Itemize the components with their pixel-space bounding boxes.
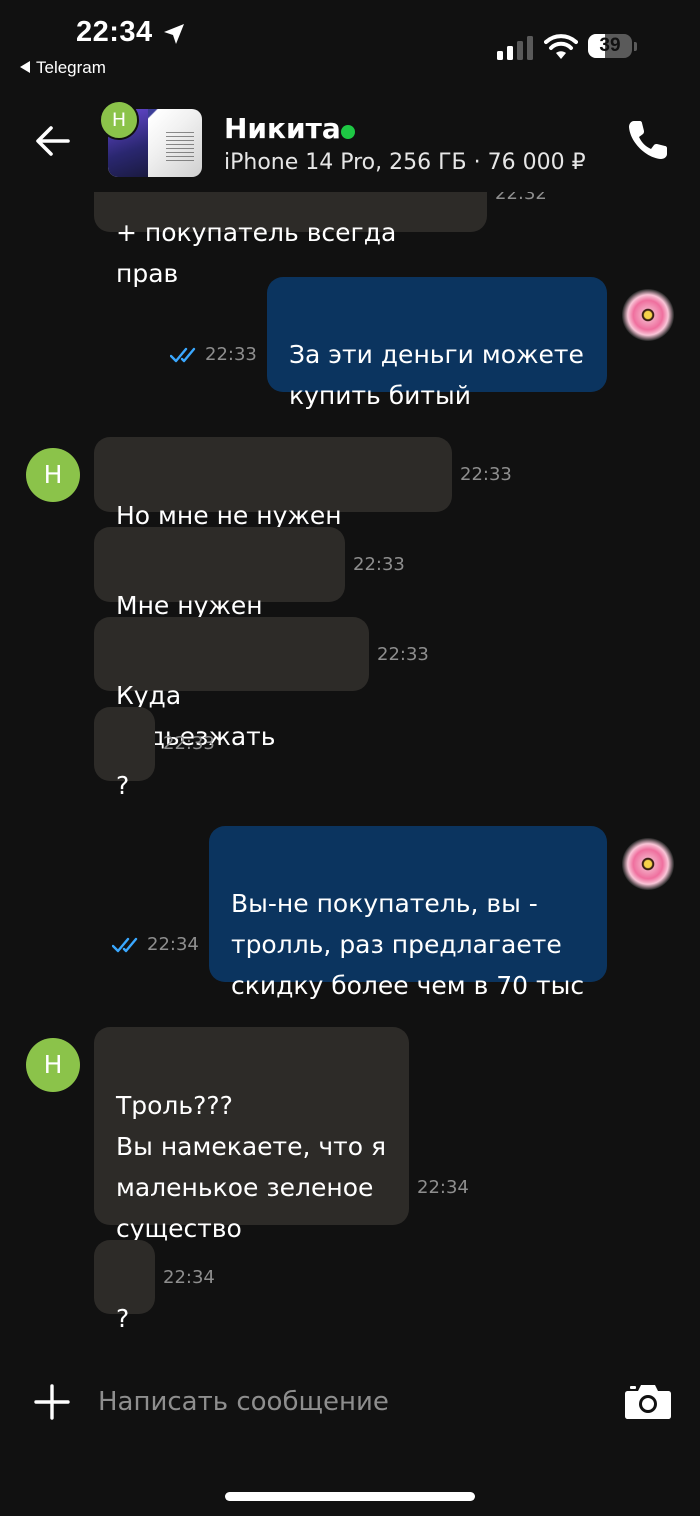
message-input[interactable] bbox=[98, 1380, 598, 1424]
message-time: 22:33 bbox=[163, 733, 215, 754]
location-arrow-icon bbox=[164, 24, 184, 44]
message-text: Троль??? Вы намекаете, что я маленькое з… bbox=[116, 1091, 386, 1243]
back-triangle-icon bbox=[20, 61, 30, 73]
own-avatar[interactable] bbox=[622, 838, 674, 890]
message-bubble-incoming[interactable]: Но мне не нужен битый bbox=[94, 437, 452, 571]
read-ticks-icon bbox=[170, 347, 196, 363]
message-text: Вы-не покупатель, вы - тролль, раз предл… bbox=[231, 889, 585, 1000]
battery-indicator: 39 bbox=[588, 34, 638, 60]
message-time: 22:34 bbox=[163, 1267, 215, 1288]
status-time: 22:34 bbox=[76, 16, 153, 48]
own-avatar[interactable] bbox=[622, 289, 674, 341]
message-time: 22:34 bbox=[417, 1177, 469, 1198]
chat-header: Н Никита iPhone 14 Pro, 256 ГБ · 76 000 … bbox=[0, 92, 700, 192]
online-status-dot bbox=[341, 125, 355, 139]
battery-level: 39 bbox=[599, 35, 621, 56]
message-bubble-incoming[interactable]: Куда подьезжать bbox=[94, 617, 369, 751]
phone-call-icon[interactable] bbox=[626, 118, 670, 162]
message-time: 22:33 bbox=[205, 344, 257, 365]
message-time: 22:34 bbox=[147, 934, 199, 955]
home-indicator[interactable] bbox=[225, 1492, 475, 1501]
back-app-label: Telegram bbox=[36, 58, 106, 77]
message-composer bbox=[0, 1346, 700, 1516]
message-text: ? bbox=[116, 1304, 130, 1333]
read-ticks-icon bbox=[112, 937, 138, 953]
message-bubble-outgoing[interactable]: За эти деньги можете купить битый bbox=[267, 277, 607, 410]
back-arrow-icon[interactable] bbox=[34, 122, 72, 160]
message-text: ? bbox=[116, 771, 130, 800]
back-to-app-link[interactable]: Telegram bbox=[20, 58, 106, 78]
contact-avatar[interactable]: Н bbox=[26, 1038, 80, 1092]
message-time: 22:33 bbox=[353, 554, 405, 575]
message-list[interactable]: + покупатель всегда прав 22:32 22:33 За … bbox=[0, 0, 700, 1346]
contact-name[interactable]: Никита bbox=[224, 112, 341, 145]
listing-title[interactable]: iPhone 14 Pro, 256 ГБ · 76 000 ₽ bbox=[224, 150, 586, 175]
contact-avatar[interactable]: Н bbox=[26, 448, 80, 502]
message-text: За эти деньги можете купить битый bbox=[289, 340, 584, 410]
message-time: 22:33 bbox=[460, 464, 512, 485]
message-bubble-incoming[interactable]: Мне нужен ваш bbox=[94, 527, 345, 661]
contact-initial-badge: Н bbox=[99, 100, 139, 140]
plus-icon[interactable] bbox=[34, 1384, 70, 1420]
cellular-signal-icon bbox=[497, 36, 533, 60]
message-bubble-incoming[interactable]: ? bbox=[94, 1240, 155, 1333]
status-bar: 22:34 Telegram 39 bbox=[0, 0, 700, 92]
camera-icon[interactable] bbox=[624, 1382, 672, 1420]
message-bubble-incoming[interactable]: ? bbox=[94, 707, 155, 800]
message-bubble-incoming[interactable]: Троль??? Вы намекаете, что я маленькое з… bbox=[94, 1027, 409, 1243]
wifi-icon bbox=[544, 34, 578, 59]
message-bubble-outgoing[interactable]: Вы-не покупатель, вы - тролль, раз предл… bbox=[209, 826, 607, 1000]
message-time: 22:33 bbox=[377, 644, 429, 665]
